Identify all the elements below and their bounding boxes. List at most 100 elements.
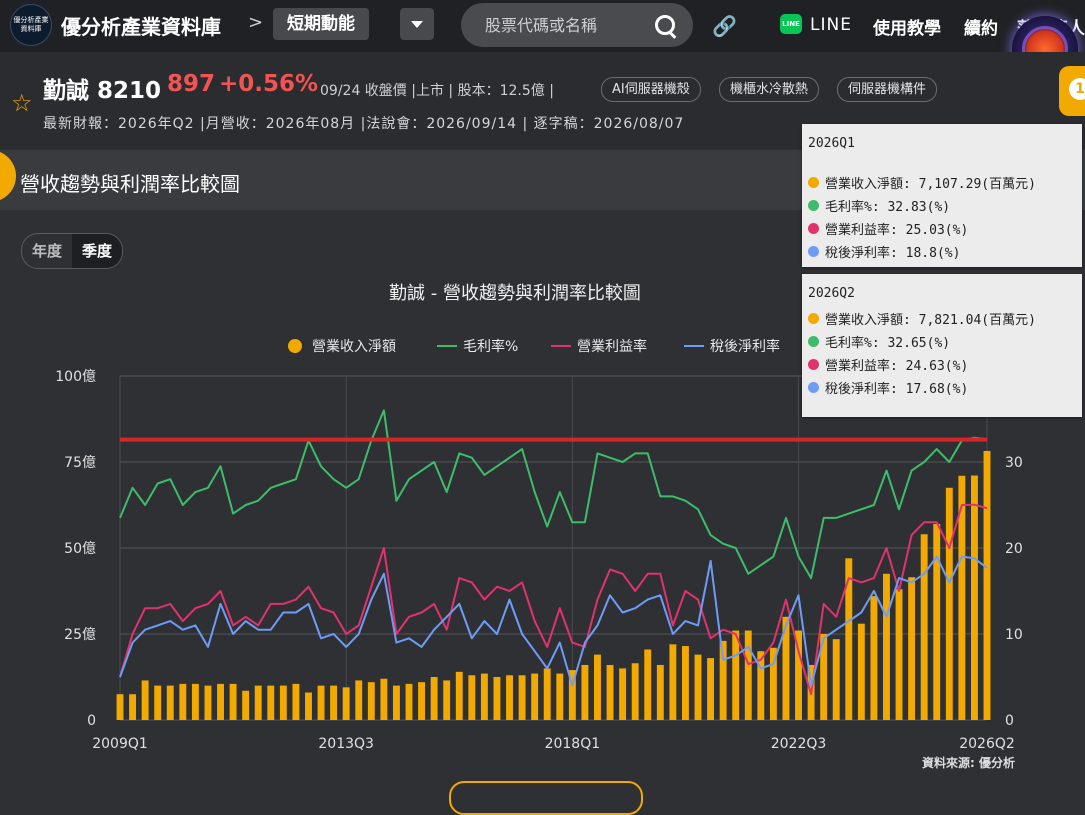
y-right-tick-label: 0 [1005, 713, 1014, 729]
gross-margin-line [119, 409, 988, 580]
revenue-bar [229, 683, 237, 720]
y-right-tick-label: 30 [1005, 455, 1023, 471]
more-button[interactable] [449, 781, 643, 815]
tooltip-period: 2026Q1 [808, 136, 855, 151]
revenue-bar [732, 630, 740, 720]
revenue-bar [292, 683, 300, 720]
revenue-bar [179, 683, 187, 720]
revenue-bar [857, 623, 865, 720]
revenue-bar [204, 685, 212, 720]
net-margin-line [119, 555, 988, 687]
revenue-bar [305, 692, 312, 720]
legend-label: 稅後淨利率 [710, 338, 780, 355]
revenue-bar [694, 654, 702, 720]
x-tick-label: 2018Q1 [545, 736, 601, 752]
net-dot-icon [808, 246, 819, 257]
revenue-dot-icon [808, 313, 819, 324]
revenue-bar [443, 680, 451, 720]
tooltip-row: 營業收入淨額: 7,821.04(百萬元) [802, 307, 1082, 330]
revenue-bar [342, 687, 350, 720]
revenue-bar [945, 487, 953, 720]
revenue-bar [392, 685, 400, 720]
revenue-bar [116, 694, 124, 720]
revenue-bar [191, 683, 199, 720]
revenue-bar [656, 664, 664, 720]
revenue-bar [606, 664, 614, 720]
revenue-bar [129, 694, 137, 720]
revenue-bar [744, 630, 752, 720]
revenue-bar [267, 685, 275, 720]
revenue-bar [543, 668, 551, 720]
revenue-bar [594, 654, 601, 720]
operating-margin-line [119, 503, 988, 696]
revenue-bar [141, 680, 149, 720]
legend-revenue-dot-icon [288, 339, 302, 353]
revenue-bar [279, 685, 287, 720]
revenue-bar [380, 678, 388, 720]
revenue-bar [506, 675, 513, 720]
revenue-bar [317, 685, 325, 720]
tooltip-row: 營業利益率: 25.03(%) [802, 217, 1082, 240]
revenue-bar [669, 644, 677, 720]
revenue-bar [455, 671, 463, 720]
tooltip-row: 營業收入淨額: 7,107.29(百萬元) [802, 171, 1082, 194]
op-dot-icon [808, 223, 819, 234]
y-left-tick-label: 25億 [64, 627, 96, 643]
x-tick-label: 2022Q3 [771, 736, 827, 752]
data-source: 資料來源: 優分析 [922, 756, 1015, 770]
revenue-bar [895, 589, 903, 720]
x-tick-label: 2009Q1 [92, 736, 148, 752]
revenue-bar [531, 673, 539, 720]
revenue-bar [468, 675, 476, 720]
tooltip-row: 毛利率%: 32.65(%) [802, 330, 1082, 353]
x-tick-label: 2013Q3 [318, 736, 374, 752]
y-right-tick-label: 20 [1005, 541, 1023, 557]
revenue-bar [367, 682, 375, 720]
revenue-bar [330, 685, 338, 720]
revenue-bar [154, 685, 162, 720]
tooltip-row: 營業利益率: 24.63(%) [802, 353, 1082, 376]
tooltip-period: 2026Q2 [808, 286, 855, 301]
revenue-bar [619, 668, 627, 720]
revenue-bar [405, 683, 413, 720]
y-left-tick-label: 75億 [64, 455, 96, 471]
revenue-bar [430, 677, 438, 720]
revenue-bar [908, 577, 916, 720]
y-left-tick-label: 100億 [55, 369, 96, 385]
revenue-bar [217, 683, 224, 720]
revenue-bar [254, 685, 262, 720]
op-dot-icon [808, 359, 819, 370]
revenue-bar [883, 573, 890, 720]
revenue-bar [480, 673, 488, 720]
revenue-bar [581, 664, 589, 720]
revenue-dot-icon [808, 177, 819, 188]
tooltip-2026q1: 2026Q1 營業收入淨額: 7,107.29(百萬元) 毛利率%: 32.83… [802, 124, 1082, 267]
revenue-bar [920, 534, 928, 720]
revenue-bar [644, 649, 652, 720]
tooltip-row: 稅後淨利率: 17.68(%) [802, 376, 1082, 399]
revenue-bar [681, 646, 689, 720]
revenue-bar [166, 685, 174, 720]
revenue-bar [707, 658, 715, 720]
net-dot-icon [808, 382, 819, 393]
revenue-bar [355, 680, 363, 720]
revenue-bar [933, 523, 941, 720]
legend-label: 營業利益率 [577, 338, 647, 355]
revenue-bar [870, 596, 878, 720]
revenue-bar [242, 690, 250, 720]
tooltip-row: 稅後淨利率: 18.8(%) [802, 240, 1082, 263]
revenue-bar [493, 677, 501, 720]
gross-dot-icon [808, 200, 819, 211]
revenue-bar [518, 675, 526, 720]
tooltip-2026q2: 2026Q2 營業收入淨額: 7,821.04(百萬元) 毛利率%: 32.65… [802, 274, 1082, 417]
gross-dot-icon [808, 336, 819, 347]
x-tick-label: 2026Q2 [959, 736, 1015, 752]
revenue-bar [970, 475, 978, 720]
revenue-bar [832, 639, 840, 720]
revenue-bar [418, 682, 426, 720]
y-right-tick-label: 10 [1005, 627, 1023, 643]
revenue-bar [556, 673, 564, 720]
legend-label: 毛利率% [463, 338, 518, 355]
legend-label: 營業收入淨額 [312, 339, 396, 355]
y-left-tick-label: 50億 [64, 541, 96, 557]
